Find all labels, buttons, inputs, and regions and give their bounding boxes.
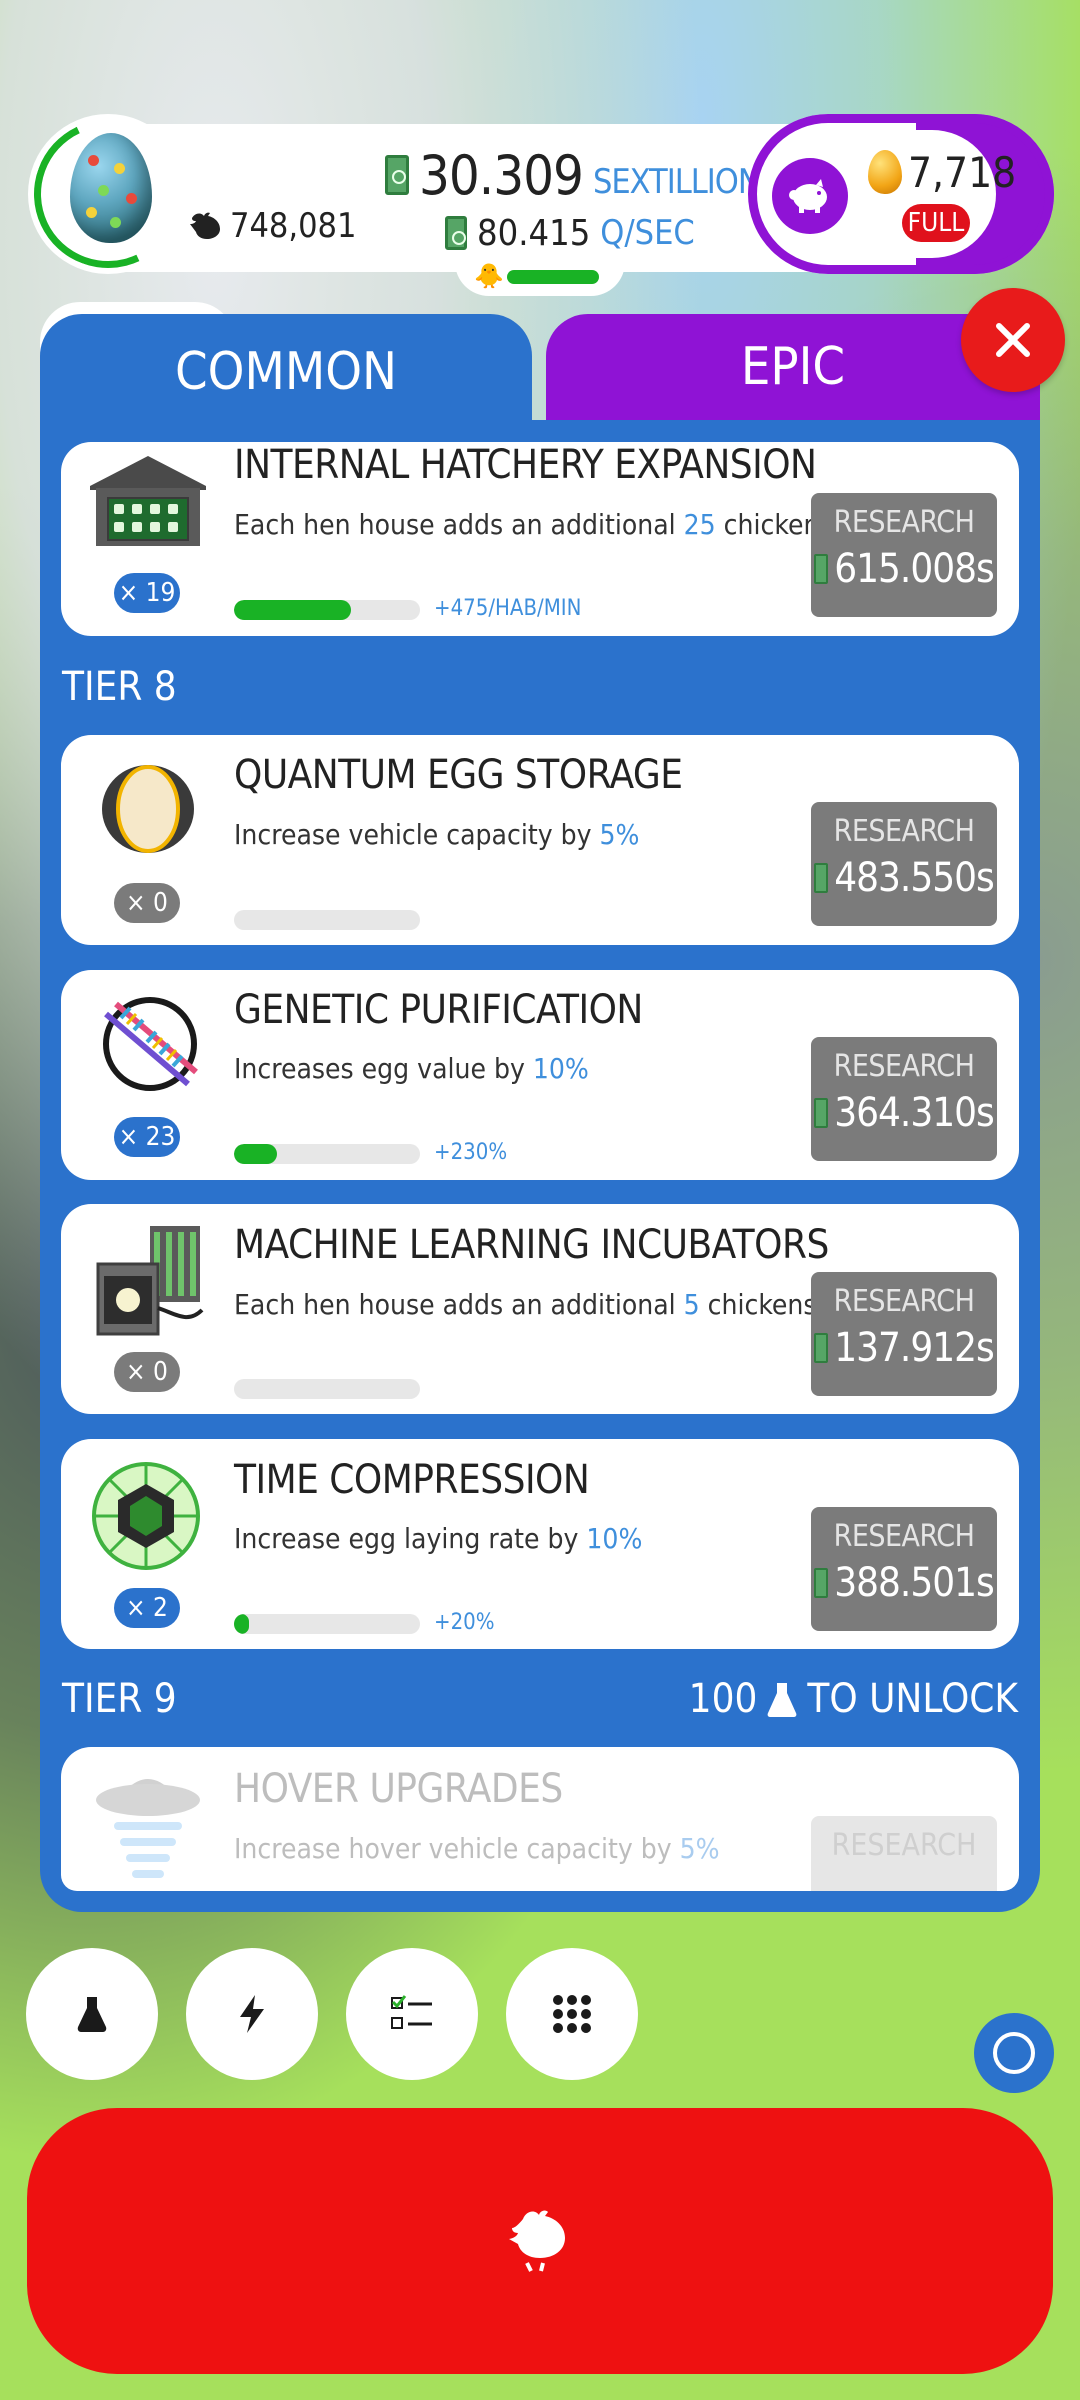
research-button-label: RESEARCH	[833, 1284, 975, 1319]
research-progress	[234, 600, 420, 620]
research-time: 388.501s	[834, 1560, 995, 1606]
money-display: 30.309 SEXTILLION	[385, 140, 761, 210]
chicken-population: 748,081	[188, 206, 356, 246]
missions-button[interactable]	[346, 1948, 478, 2080]
money-unit: SEXTILLION	[592, 162, 761, 202]
flask-icon	[767, 1683, 797, 1717]
grid-icon	[553, 1995, 591, 2033]
research-count-badge: × 0	[114, 883, 180, 923]
research-count-badge: × 23	[114, 1117, 180, 1157]
piggy-icon	[789, 179, 827, 213]
research-progress	[234, 910, 420, 930]
research-button[interactable]: RESEARCH 137.912s	[811, 1272, 997, 1396]
menu-button[interactable]	[506, 1948, 638, 2080]
research-bonus: +230%	[434, 1140, 508, 1165]
cash-icon	[814, 1333, 829, 1363]
flask-icon	[77, 1997, 107, 2032]
golden-egg-count: 7,718	[908, 148, 1017, 197]
research-progress	[234, 1144, 420, 1164]
camera-toggle-button[interactable]	[974, 2013, 1054, 2093]
cash-icon	[445, 216, 467, 250]
cash-icon	[814, 1568, 829, 1598]
rate-value: 80.415	[477, 212, 591, 254]
research-description: Increase egg laying rate by 10%	[234, 1522, 643, 1555]
research-button[interactable]: RESEARCH 364.310s	[811, 1037, 997, 1161]
circle-icon	[993, 2032, 1035, 2074]
research-description: Each hen house adds an additional 25 chi…	[234, 508, 889, 541]
research-description: Increase vehicle capacity by 5%	[234, 818, 640, 851]
research-description: Increases egg value by 10%	[234, 1052, 589, 1085]
cash-icon	[814, 554, 829, 584]
research-button-label: RESEARCH	[833, 814, 975, 849]
research-button-label: RESEARCH	[833, 1519, 975, 1554]
research-title: MACHINE LEARNING INCUBATORS	[234, 1222, 829, 1268]
research-description: Each hen house adds an additional 5 chic…	[234, 1288, 873, 1321]
earning-rate: 80.415 Q/SEC	[445, 208, 695, 258]
research-button-label: RESEARCH	[833, 505, 975, 540]
tier-9-label: TIER 9	[62, 1676, 177, 1722]
research-count-badge: × 19	[114, 573, 180, 613]
research-time: 137.912s	[834, 1325, 995, 1371]
unlock-text: TO UNLOCK	[807, 1676, 1018, 1722]
egg-storage-icon	[98, 762, 198, 860]
tier-9-unlock-requirement: 100 TO UNLOCK	[689, 1676, 1018, 1722]
chicken-icon	[190, 212, 220, 239]
research-time: 483.550s	[834, 855, 995, 901]
progress-fill	[234, 600, 352, 620]
research-bonus: +475/HAB/MIN	[434, 596, 582, 621]
research-progress	[234, 1614, 420, 1634]
research-title: GENETIC PURIFICATION	[234, 987, 643, 1033]
research-button[interactable]: RESEARCH 483.550s	[811, 802, 997, 926]
research-button-locked: RESEARCH	[811, 1816, 997, 1891]
research-count-badge: × 0	[114, 1352, 180, 1392]
rate-unit: Q/SEC	[600, 213, 695, 253]
piggy-bank-button[interactable]	[772, 158, 848, 234]
dna-icon	[96, 994, 204, 1102]
research-button-label: RESEARCH	[833, 1049, 975, 1084]
checklist-icon	[391, 1995, 432, 2029]
boosts-button[interactable]	[186, 1948, 318, 2080]
hen-house-icon	[88, 454, 208, 552]
golden-egg-icon	[868, 150, 902, 194]
research-menu-button[interactable]	[26, 1948, 158, 2080]
chick-icon: 🐥	[474, 262, 504, 290]
chicken-icon	[509, 2210, 565, 2272]
research-time: 364.310s	[834, 1090, 995, 1136]
incubator-icon	[96, 1224, 204, 1340]
research-title: HOVER UPGRADES	[234, 1766, 563, 1812]
tab-common[interactable]: COMMON	[40, 314, 532, 429]
hover-vehicle-icon	[94, 1766, 202, 1886]
money-value: 30.309	[419, 143, 584, 207]
research-title: INTERNAL HATCHERY EXPANSION	[234, 442, 817, 488]
research-button-label: RESEARCH	[831, 1828, 977, 1863]
research-button[interactable]: RESEARCH 615.008s	[811, 493, 997, 617]
close-button[interactable]	[961, 288, 1065, 392]
cash-icon	[385, 155, 409, 195]
research-title: QUANTUM EGG STORAGE	[234, 752, 683, 798]
close-icon	[996, 323, 1030, 357]
piggy-full-badge: FULL	[902, 204, 970, 242]
tier-8-label: TIER 8	[62, 664, 177, 710]
hatch-chicken-button[interactable]	[27, 2108, 1053, 2374]
research-count-badge: × 2	[114, 1588, 180, 1628]
research-time: 615.008s	[834, 546, 995, 592]
cash-icon	[814, 1098, 829, 1128]
research-title: TIME COMPRESSION	[234, 1457, 590, 1503]
chicken-count: 748,081	[230, 206, 357, 246]
unlock-count: 100	[688, 1676, 758, 1722]
research-progress	[234, 1379, 420, 1399]
cash-icon	[814, 863, 829, 893]
hatchery-bar	[507, 270, 599, 284]
time-crystal-icon	[90, 1460, 202, 1576]
progress-fill	[234, 1144, 277, 1164]
research-bonus: +20%	[434, 1610, 495, 1635]
progress-fill	[234, 1614, 249, 1634]
research-description: Increase hover vehicle capacity by 5%	[234, 1832, 720, 1865]
lightning-icon	[240, 1995, 264, 2033]
research-button[interactable]: RESEARCH 388.501s	[811, 1507, 997, 1631]
